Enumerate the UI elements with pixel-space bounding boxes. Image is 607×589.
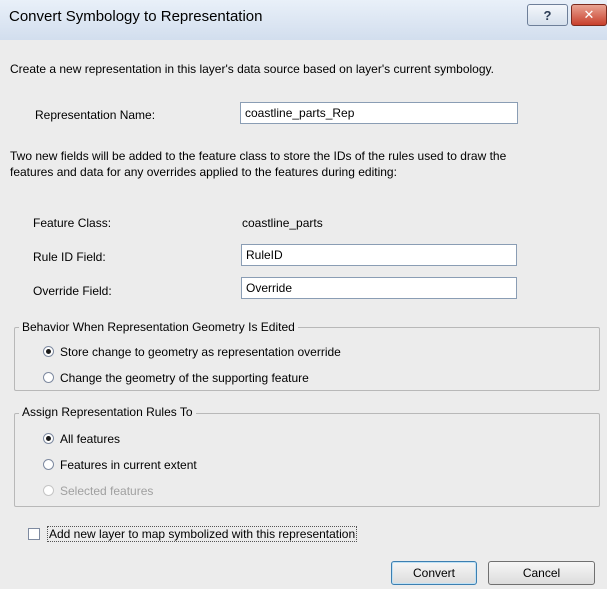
assign-option-extent-label[interactable]: Features in current extent (60, 458, 197, 472)
intro-text: Create a new representation in this laye… (10, 62, 494, 76)
add-layer-checkbox[interactable] (28, 528, 40, 540)
assign-option-extent-radio[interactable] (43, 459, 54, 470)
convert-button-label: Convert (412, 566, 456, 580)
behavior-option-override-radio[interactable] (43, 346, 54, 357)
fields-note-line1: Two new fields will be added to the feat… (10, 149, 507, 163)
feature-class-value: coastline_parts (242, 216, 323, 230)
override-label: Override Field: (33, 284, 112, 298)
behavior-legend: Behavior When Representation Geometry Is… (19, 320, 298, 334)
rule-id-input[interactable] (241, 244, 517, 266)
help-button[interactable]: ? (527, 4, 568, 26)
cancel-button-label: Cancel (522, 566, 561, 580)
close-icon: ✕ (583, 7, 595, 22)
help-icon: ? (543, 7, 552, 23)
override-input[interactable] (241, 277, 517, 299)
assign-option-selected-label: Selected features (60, 484, 154, 498)
assign-option-selected-radio (43, 485, 54, 496)
assign-option-all-label[interactable]: All features (60, 432, 120, 446)
representation-name-label: Representation Name: (35, 108, 156, 122)
feature-class-label: Feature Class: (33, 216, 112, 230)
assign-option-all-radio[interactable] (43, 433, 54, 444)
window-title: Convert Symbology to Representation (9, 8, 263, 25)
close-button[interactable]: ✕ (571, 4, 607, 26)
cancel-button[interactable]: Cancel (488, 561, 595, 585)
add-layer-label[interactable]: Add new layer to map symbolized with thi… (47, 526, 358, 542)
fields-note-line2: features and data for any overrides appl… (10, 165, 397, 179)
assign-legend: Assign Representation Rules To (19, 405, 196, 419)
rule-id-label: Rule ID Field: (33, 250, 106, 264)
behavior-option-geometry-radio[interactable] (43, 372, 54, 383)
representation-name-input[interactable] (240, 102, 518, 124)
behavior-option-override-label[interactable]: Store change to geometry as representati… (60, 345, 341, 359)
convert-button[interactable]: Convert (391, 561, 477, 585)
title-bar: Convert Symbology to Representation ? ✕ (0, 0, 607, 41)
behavior-option-geometry-label[interactable]: Change the geometry of the supporting fe… (60, 371, 309, 385)
